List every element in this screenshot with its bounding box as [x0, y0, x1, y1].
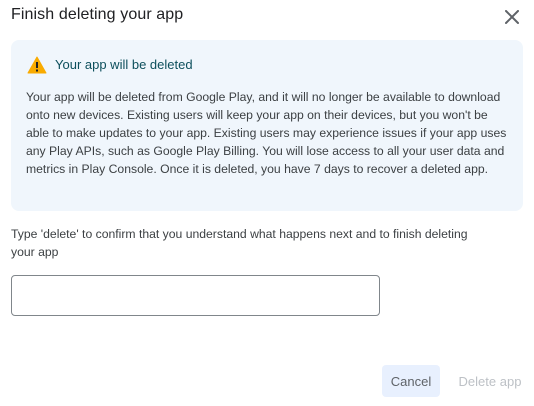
dialog-title: Finish deleting your app [11, 6, 184, 23]
cancel-button[interactable]: Cancel [382, 365, 440, 397]
delete-app-dialog: Finish deleting your app Your app will b… [0, 0, 534, 406]
confirm-delete-input[interactable] [11, 275, 380, 316]
close-icon [505, 10, 519, 24]
warning-callout: Your app will be deleted Your app will b… [11, 40, 523, 211]
warning-icon [27, 56, 47, 74]
warning-title: Your app will be deleted [55, 57, 193, 72]
warning-body: Your app will be deleted from Google Pla… [26, 90, 507, 176]
delete-app-button[interactable]: Delete app [452, 365, 528, 397]
close-button[interactable] [500, 5, 524, 29]
confirm-prompt: Type 'delete' to confirm that you unders… [11, 227, 468, 259]
